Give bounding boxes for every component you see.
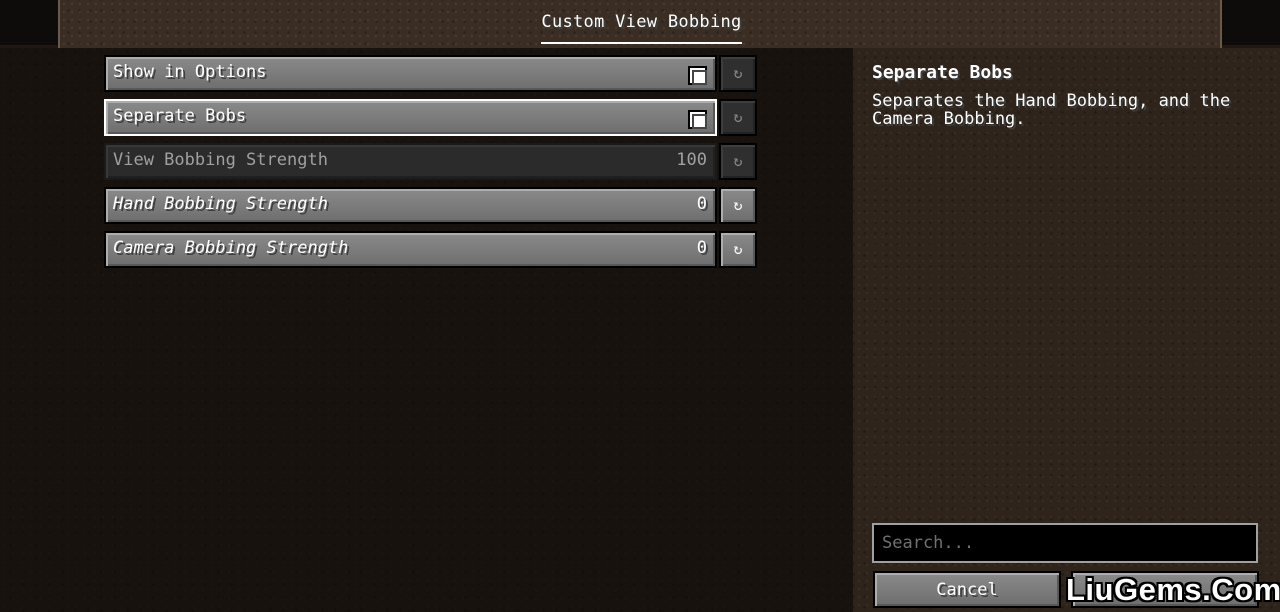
option-value: 0	[696, 238, 707, 258]
reset-button[interactable]: ↻	[719, 187, 757, 224]
tab-custom-view-bobbing[interactable]: Custom View Bobbing	[540, 12, 743, 32]
reset-icon: ↻	[733, 240, 743, 258]
option-value: 0	[696, 194, 707, 214]
view-bobbing-strength-slider[interactable]: View Bobbing Strength 100	[104, 143, 717, 180]
option-label: Camera Bobbing Strength	[113, 238, 349, 258]
option-label: Show in Options	[113, 62, 267, 82]
cancel-button[interactable]: Cancel	[873, 571, 1061, 608]
top-right-strip	[1222, 0, 1280, 45]
show-in-options-button[interactable]: Show in Options	[104, 55, 717, 92]
option-row-view-bobbing-strength: View Bobbing Strength 100 ↻	[104, 143, 757, 180]
tab-bar: Custom View Bobbing	[58, 0, 1222, 48]
watermark-logo: LiuGems.Com	[1066, 572, 1280, 607]
description-text: Separates the Hand Bobbing, and the Came…	[872, 91, 1231, 129]
option-label: Hand Bobbing Strength	[113, 194, 328, 214]
search-input[interactable]	[872, 523, 1258, 563]
separate-bobs-button[interactable]: Separate Bobs	[104, 99, 717, 136]
reset-button[interactable]: ↻	[719, 99, 757, 136]
reset-icon: ↻	[733, 196, 743, 214]
tab-underline	[541, 42, 742, 44]
option-label: Separate Bobs	[113, 106, 247, 126]
reset-button[interactable]: ↻	[719, 55, 757, 92]
option-row-hand-bobbing-strength: Hand Bobbing Strength 0 ↻	[104, 187, 757, 224]
option-row-camera-bobbing-strength: Camera Bobbing Strength 0 ↻	[104, 231, 757, 268]
description-title: Separate Bobs	[872, 62, 1013, 83]
reset-button[interactable]: ↻	[719, 143, 757, 180]
top-left-strip	[0, 0, 58, 45]
reset-icon: ↻	[733, 108, 743, 126]
reset-icon: ↻	[733, 64, 743, 82]
option-row-show-in-options: Show in Options ↻	[104, 55, 757, 92]
option-row-separate-bobs: Separate Bobs ↻	[104, 99, 757, 136]
reset-button[interactable]: ↻	[719, 231, 757, 268]
checkbox-icon	[688, 66, 707, 85]
hand-bobbing-strength-slider[interactable]: Hand Bobbing Strength 0	[104, 187, 717, 224]
option-value: 100	[676, 150, 707, 170]
camera-bobbing-strength-slider[interactable]: Camera Bobbing Strength 0	[104, 231, 717, 268]
checkbox-icon	[688, 110, 707, 129]
option-label: View Bobbing Strength	[113, 150, 328, 170]
reset-icon: ↻	[733, 152, 743, 170]
